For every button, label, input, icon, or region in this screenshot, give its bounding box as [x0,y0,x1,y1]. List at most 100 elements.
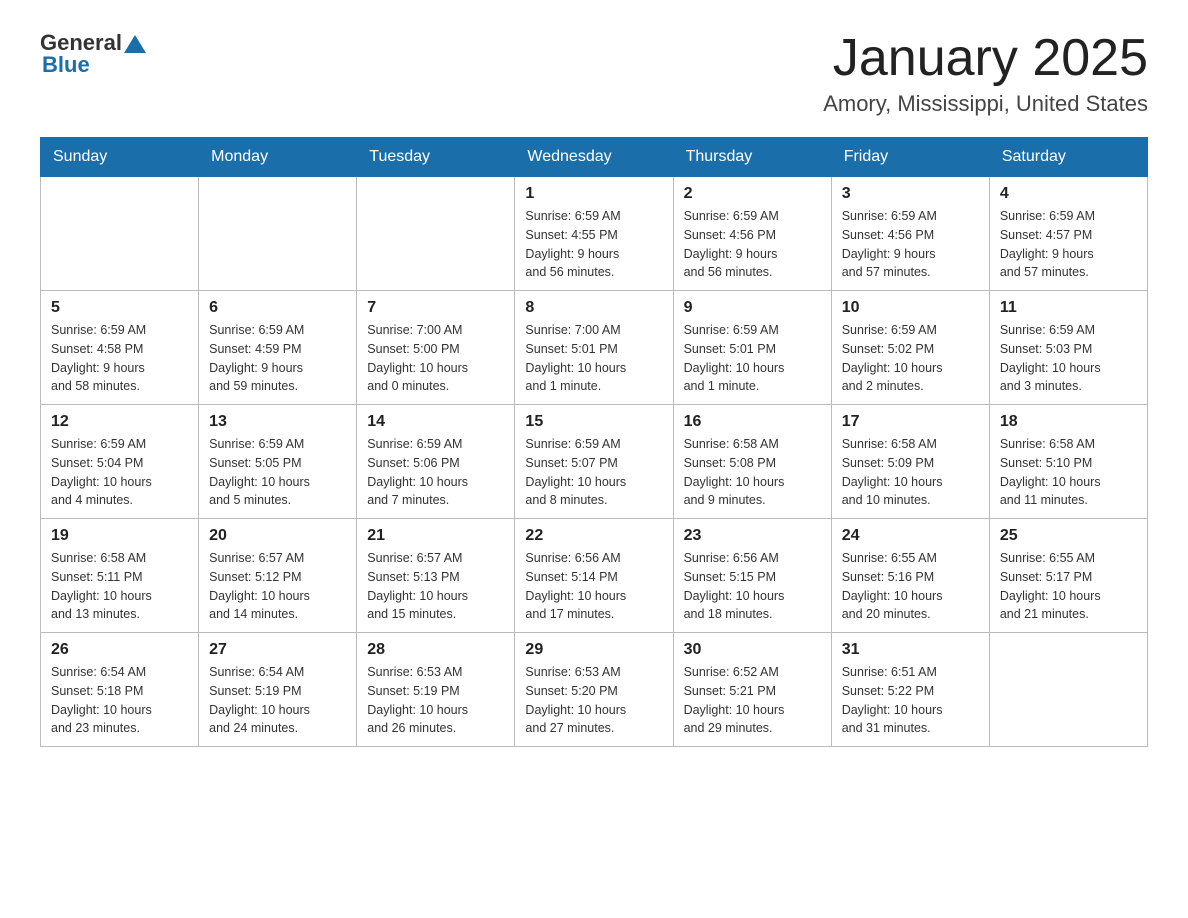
calendar-cell: 25 Sunrise: 6:55 AM Sunset: 5:17 PM Dayli… [989,519,1147,633]
logo-triangle-icon [124,33,146,55]
day-info: Sunrise: 6:59 AM Sunset: 5:06 PM Dayligh… [367,435,504,510]
calendar-week-row: 12Sunrise: 6:59 AM Sunset: 5:04 PM Dayli… [41,405,1148,519]
day-number: 2 [684,185,821,203]
calendar-cell: 23 Sunrise: 6:56 AM Sunset: 5:15 PM Dayli… [673,519,831,633]
page-header: General Blue January 2025 Amory, Mississ… [40,30,1148,117]
day-number: 26 [51,641,188,659]
month-title: January 2025 [823,30,1148,87]
calendar-header-row: SundayMondayTuesdayWednesdayThursdayFrid… [41,138,1148,177]
calendar-cell: 29 Sunrise: 6:53 AM Sunset: 5:20 PM Dayli… [515,633,673,747]
calendar-cell: 7 Sunrise: 7:00 AM Sunset: 5:00 PM Daylig… [357,291,515,405]
day-info: Sunrise: 6:59 AM Sunset: 4:58 PM Dayligh… [51,321,188,396]
calendar-cell: 27 Sunrise: 6:54 AM Sunset: 5:19 PM Dayli… [199,633,357,747]
calendar-cell: 5 Sunrise: 6:59 AM Sunset: 4:58 PM Daylig… [41,291,199,405]
day-info: Sunrise: 6:59 AM Sunset: 5:05 PM Dayligh… [209,435,346,510]
calendar-cell: 20Sunrise: 6:57 AM Sunset: 5:12 PM Dayli… [199,519,357,633]
calendar-cell: 30 Sunrise: 6:52 AM Sunset: 5:21 PM Dayli… [673,633,831,747]
day-number: 19 [51,527,188,545]
day-number: 5 [51,299,188,317]
day-info: Sunrise: 7:00 AM Sunset: 5:01 PM Dayligh… [525,321,662,396]
calendar-header-monday: Monday [199,138,357,177]
day-info: Sunrise: 6:59 AM Sunset: 5:07 PM Dayligh… [525,435,662,510]
calendar-cell [199,177,357,291]
calendar-cell: 19 Sunrise: 6:58 AM Sunset: 5:11 PM Dayli… [41,519,199,633]
calendar-week-row: 26 Sunrise: 6:54 AM Sunset: 5:18 PM Dayli… [41,633,1148,747]
calendar-cell: 16 Sunrise: 6:58 AM Sunset: 5:08 PM Dayli… [673,405,831,519]
day-info: Sunrise: 6:53 AM Sunset: 5:20 PM Dayligh… [525,663,662,738]
calendar-cell: 26 Sunrise: 6:54 AM Sunset: 5:18 PM Dayli… [41,633,199,747]
day-info: Sunrise: 6:59 AM Sunset: 5:01 PM Dayligh… [684,321,821,396]
calendar-header-thursday: Thursday [673,138,831,177]
calendar-table: SundayMondayTuesdayWednesdayThursdayFrid… [40,137,1148,747]
day-number: 28 [367,641,504,659]
day-info: Sunrise: 6:54 AM Sunset: 5:19 PM Dayligh… [209,663,346,738]
day-info: Sunrise: 7:00 AM Sunset: 5:00 PM Dayligh… [367,321,504,396]
calendar-header-saturday: Saturday [989,138,1147,177]
day-info: Sunrise: 6:52 AM Sunset: 5:21 PM Dayligh… [684,663,821,738]
day-info: Sunrise: 6:58 AM Sunset: 5:10 PM Dayligh… [1000,435,1137,510]
day-number: 3 [842,185,979,203]
calendar-cell: 18 Sunrise: 6:58 AM Sunset: 5:10 PM Dayli… [989,405,1147,519]
day-number: 23 [684,527,821,545]
day-number: 31 [842,641,979,659]
logo: General Blue [40,30,146,78]
day-info: Sunrise: 6:59 AM Sunset: 4:56 PM Dayligh… [684,207,821,282]
day-number: 30 [684,641,821,659]
calendar-cell: 4 Sunrise: 6:59 AM Sunset: 4:57 PM Daylig… [989,177,1147,291]
calendar-cell: 11 Sunrise: 6:59 AM Sunset: 5:03 PM Dayli… [989,291,1147,405]
calendar-cell: 1Sunrise: 6:59 AM Sunset: 4:55 PM Daylig… [515,177,673,291]
day-number: 29 [525,641,662,659]
day-number: 17 [842,413,979,431]
day-info: Sunrise: 6:58 AM Sunset: 5:11 PM Dayligh… [51,549,188,624]
day-info: Sunrise: 6:59 AM Sunset: 5:02 PM Dayligh… [842,321,979,396]
day-number: 13 [209,413,346,431]
day-number: 6 [209,299,346,317]
day-info: Sunrise: 6:57 AM Sunset: 5:13 PM Dayligh… [367,549,504,624]
calendar-cell [41,177,199,291]
day-info: Sunrise: 6:59 AM Sunset: 4:59 PM Dayligh… [209,321,346,396]
calendar-cell: 28 Sunrise: 6:53 AM Sunset: 5:19 PM Dayli… [357,633,515,747]
day-number: 22 [525,527,662,545]
day-info: Sunrise: 6:54 AM Sunset: 5:18 PM Dayligh… [51,663,188,738]
day-info: Sunrise: 6:58 AM Sunset: 5:08 PM Dayligh… [684,435,821,510]
calendar-cell: 24Sunrise: 6:55 AM Sunset: 5:16 PM Dayli… [831,519,989,633]
day-number: 8 [525,299,662,317]
calendar-cell: 17 Sunrise: 6:58 AM Sunset: 5:09 PM Dayli… [831,405,989,519]
calendar-week-row: 5 Sunrise: 6:59 AM Sunset: 4:58 PM Daylig… [41,291,1148,405]
day-info: Sunrise: 6:53 AM Sunset: 5:19 PM Dayligh… [367,663,504,738]
calendar-cell: 9 Sunrise: 6:59 AM Sunset: 5:01 PM Daylig… [673,291,831,405]
calendar-cell: 6 Sunrise: 6:59 AM Sunset: 4:59 PM Daylig… [199,291,357,405]
day-info: Sunrise: 6:59 AM Sunset: 4:57 PM Dayligh… [1000,207,1137,282]
calendar-cell: 3Sunrise: 6:59 AM Sunset: 4:56 PM Daylig… [831,177,989,291]
day-info: Sunrise: 6:59 AM Sunset: 5:04 PM Dayligh… [51,435,188,510]
calendar-cell: 31Sunrise: 6:51 AM Sunset: 5:22 PM Dayli… [831,633,989,747]
day-info: Sunrise: 6:56 AM Sunset: 5:15 PM Dayligh… [684,549,821,624]
day-info: Sunrise: 6:58 AM Sunset: 5:09 PM Dayligh… [842,435,979,510]
day-info: Sunrise: 6:55 AM Sunset: 5:17 PM Dayligh… [1000,549,1137,624]
day-number: 21 [367,527,504,545]
day-info: Sunrise: 6:56 AM Sunset: 5:14 PM Dayligh… [525,549,662,624]
calendar-cell: 8 Sunrise: 7:00 AM Sunset: 5:01 PM Daylig… [515,291,673,405]
day-number: 4 [1000,185,1137,203]
calendar-cell [989,633,1147,747]
calendar-cell: 2 Sunrise: 6:59 AM Sunset: 4:56 PM Daylig… [673,177,831,291]
calendar-header-tuesday: Tuesday [357,138,515,177]
day-number: 18 [1000,413,1137,431]
day-info: Sunrise: 6:59 AM Sunset: 5:03 PM Dayligh… [1000,321,1137,396]
day-number: 7 [367,299,504,317]
location-subtitle: Amory, Mississippi, United States [823,91,1148,117]
day-number: 16 [684,413,821,431]
day-number: 9 [684,299,821,317]
day-number: 27 [209,641,346,659]
logo-blue-text: Blue [42,52,90,78]
title-block: January 2025 Amory, Mississippi, United … [823,30,1148,117]
calendar-cell: 14 Sunrise: 6:59 AM Sunset: 5:06 PM Dayli… [357,405,515,519]
day-number: 14 [367,413,504,431]
calendar-week-row: 19 Sunrise: 6:58 AM Sunset: 5:11 PM Dayli… [41,519,1148,633]
calendar-cell: 13 Sunrise: 6:59 AM Sunset: 5:05 PM Dayli… [199,405,357,519]
calendar-header-friday: Friday [831,138,989,177]
calendar-cell: 21 Sunrise: 6:57 AM Sunset: 5:13 PM Dayli… [357,519,515,633]
day-number: 11 [1000,299,1137,317]
calendar-header-wednesday: Wednesday [515,138,673,177]
day-number: 25 [1000,527,1137,545]
